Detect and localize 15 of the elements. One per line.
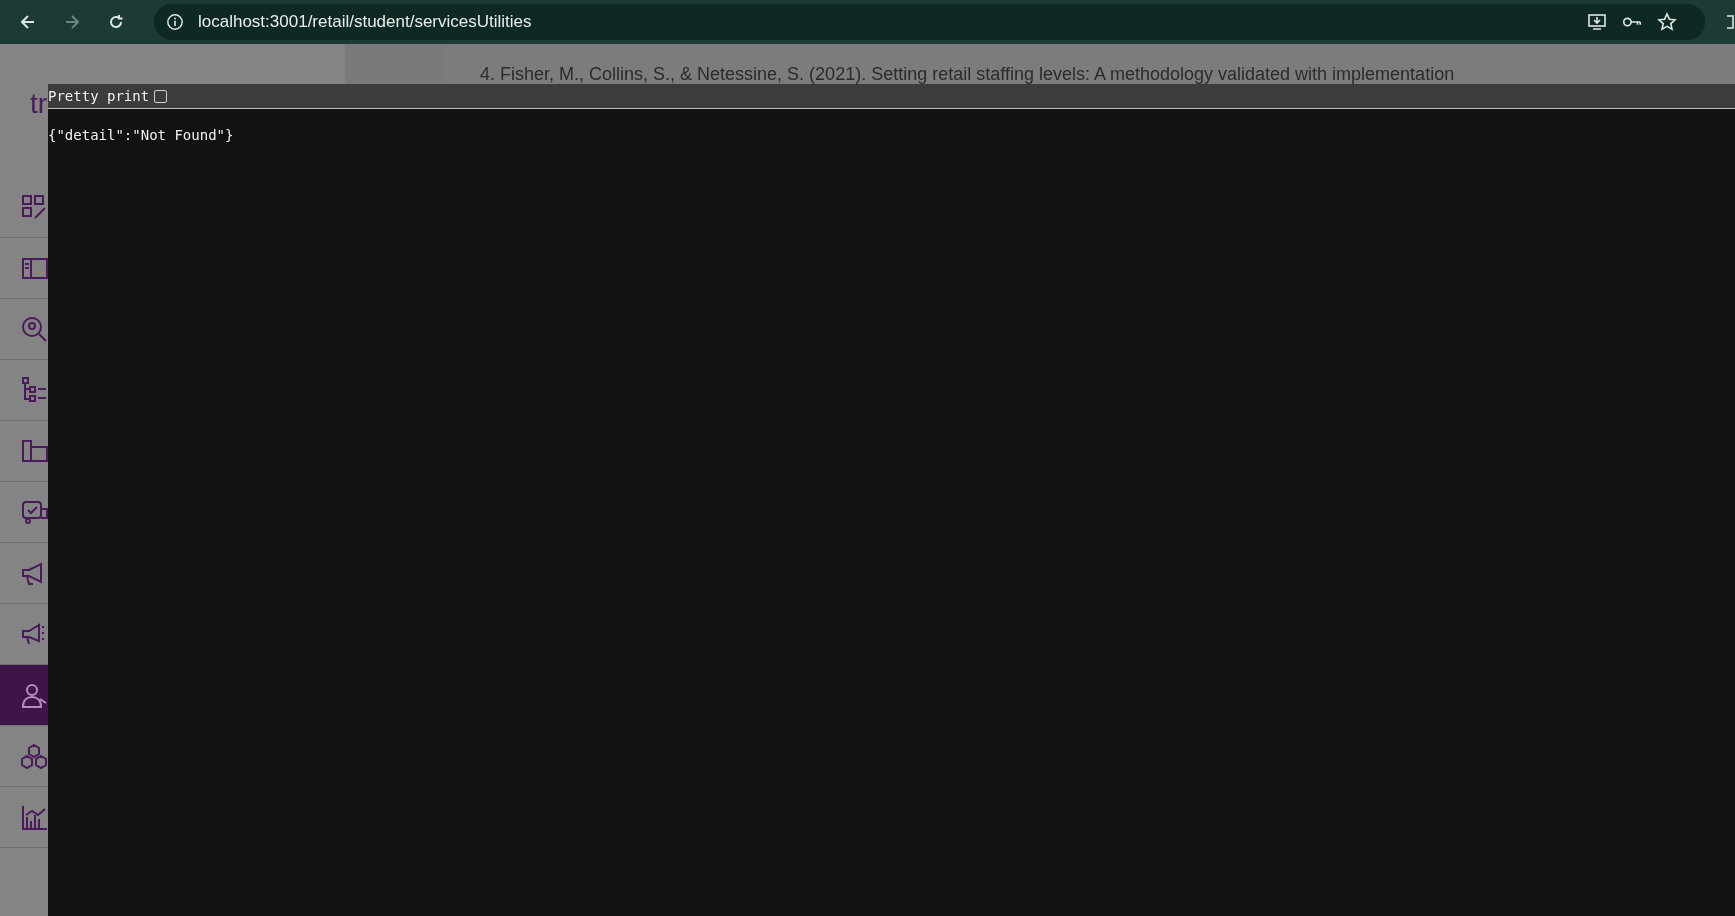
address-bar[interactable]: localhost:3001/retail/student/servicesUtilities — [154, 4, 1705, 40]
info-icon[interactable] — [166, 13, 184, 31]
logo-text: tr — [30, 90, 48, 118]
pretty-print-checkbox[interactable]: Pretty print — [48, 88, 168, 104]
reference-text: 4. Fisher, M., Collins, S., & Netessine, S. (2021). Setting retail staffing levels: A methodology validated with implementation — [480, 64, 1456, 84]
json-response-text: {"detail":"Not Found"} — [48, 126, 234, 143]
qr-code-icon — [20, 193, 48, 221]
bar-chart-icon — [20, 803, 48, 831]
delivery-truck-icon — [20, 498, 48, 526]
location-search-icon — [20, 315, 48, 343]
support-agent-icon — [20, 681, 48, 709]
url-text: localhost:3001/retail/student/servicesUtilities — [198, 12, 532, 32]
hierarchy-icon — [20, 376, 48, 404]
install-icon[interactable] — [1587, 12, 1607, 32]
star-icon[interactable] — [1657, 12, 1677, 32]
